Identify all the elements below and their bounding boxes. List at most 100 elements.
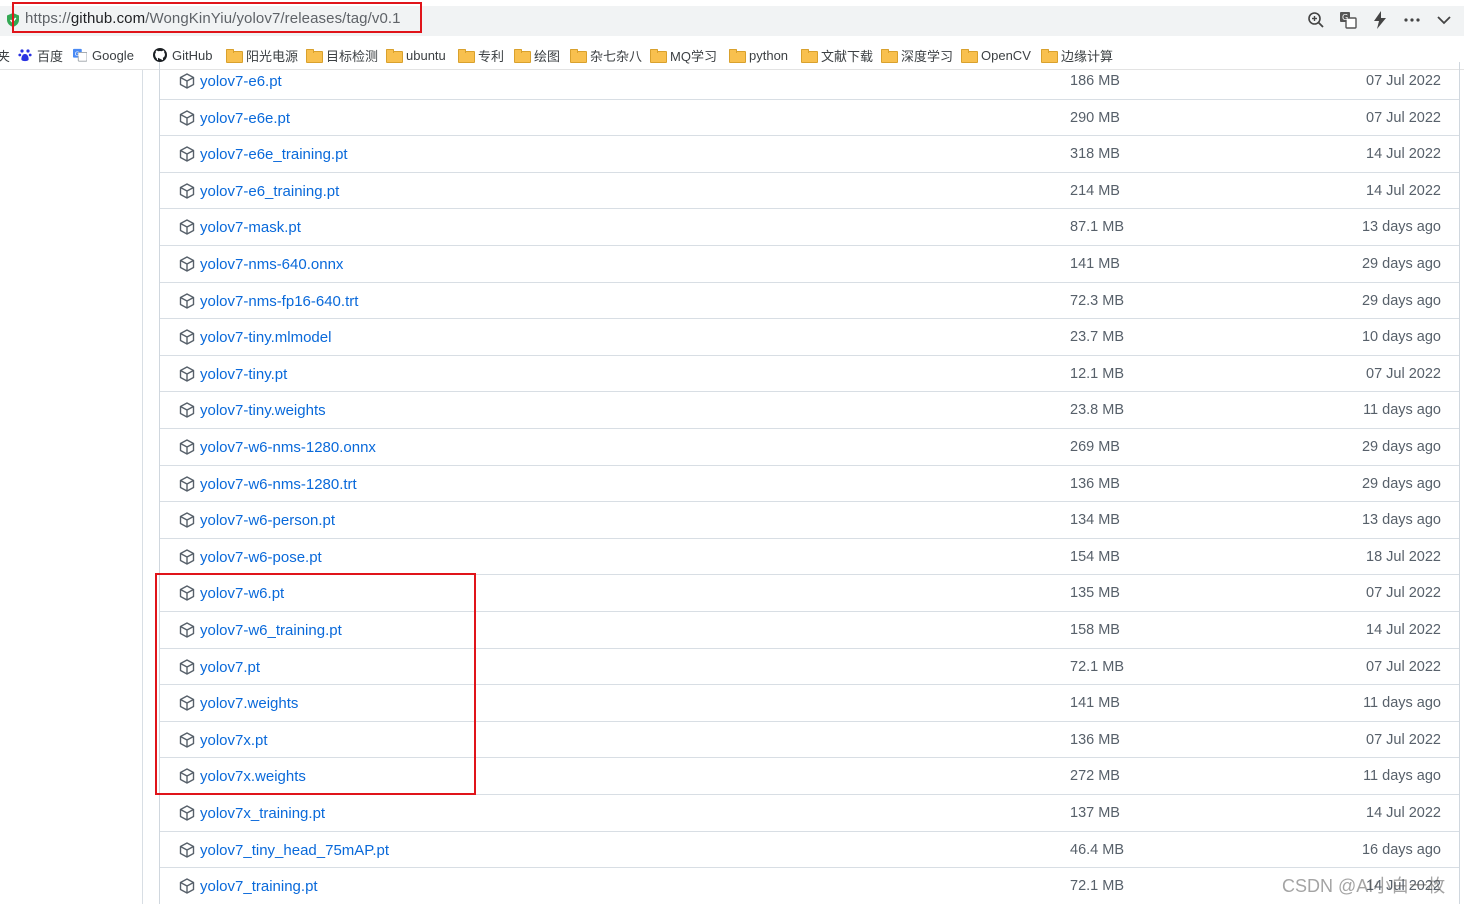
package-icon bbox=[179, 292, 195, 309]
package-icon bbox=[179, 219, 195, 236]
asset-file-link[interactable]: yolov7-e6e_training.pt bbox=[200, 146, 348, 163]
baidu-icon bbox=[18, 48, 32, 62]
package-icon bbox=[179, 109, 195, 126]
asset-row: yolov7-w6-person.pt 134 MB 13 days ago bbox=[160, 502, 1459, 539]
package-icon bbox=[179, 73, 195, 89]
asset-date: 14 Jul 2022 bbox=[1366, 146, 1441, 163]
package-icon bbox=[179, 512, 195, 528]
bookmark-label: GitHub bbox=[172, 47, 213, 63]
asset-file-link[interactable]: yolov7-e6e.pt bbox=[200, 110, 290, 127]
url-highlight-box bbox=[12, 2, 422, 33]
asset-date: 13 days ago bbox=[1361, 219, 1441, 236]
asset-file-link[interactable]: yolov7-nms-640.onnx bbox=[200, 256, 343, 273]
asset-date: 29 days ago bbox=[1361, 475, 1441, 492]
bookmark-item-google[interactable]: G Google bbox=[73, 46, 134, 64]
asset-date: 07 Jul 2022 bbox=[1366, 585, 1441, 602]
lightning-icon[interactable] bbox=[1370, 10, 1390, 30]
asset-file-link[interactable]: yolov7-e6.pt bbox=[200, 73, 282, 90]
asset-file-link[interactable]: yolov7x_training.pt bbox=[200, 805, 325, 822]
asset-size: 23.7 MB bbox=[1070, 329, 1124, 346]
github-icon bbox=[153, 48, 167, 62]
asset-size: 154 MB bbox=[1070, 548, 1120, 565]
asset-size: 158 MB bbox=[1070, 622, 1120, 638]
bookmark-label: python bbox=[749, 47, 789, 63]
asset-row: yolov7-tiny.weights 23.8 MB 11 days ago bbox=[160, 392, 1459, 429]
asset-row: yolov7-tiny.pt 12.1 MB 07 Jul 2022 bbox=[160, 356, 1459, 393]
package-icon bbox=[179, 329, 195, 345]
asset-date: 07 Jul 2022 bbox=[1366, 73, 1441, 89]
folder-icon bbox=[226, 49, 243, 63]
asset-date: 29 days ago bbox=[1361, 439, 1441, 455]
sidebar-divider bbox=[142, 70, 143, 904]
package-icon bbox=[179, 183, 195, 199]
asset-size: 72.3 MB bbox=[1070, 292, 1124, 309]
watermark: CSDN @AI小白一枚 bbox=[1282, 876, 1446, 896]
bookmark-item-baidu[interactable]: 百度 bbox=[18, 46, 63, 64]
asset-size: 23.8 MB bbox=[1070, 402, 1124, 419]
asset-date: 10 days ago bbox=[1361, 329, 1441, 346]
asset-file-link[interactable]: yolov7-w6-nms-1280.trt bbox=[200, 476, 357, 493]
translate-icon[interactable]: G bbox=[1338, 10, 1358, 30]
asset-date: 14 Jul 2022 bbox=[1366, 622, 1441, 638]
google-icon: G bbox=[73, 48, 87, 62]
asset-size: 186 MB bbox=[1070, 73, 1120, 89]
asset-row: yolov7-w6-nms-1280.trt 136 MB 29 days ag… bbox=[160, 466, 1459, 503]
asset-size: 290 MB bbox=[1070, 109, 1120, 126]
asset-file-link[interactable]: yolov7-w6-person.pt bbox=[200, 512, 335, 529]
asset-date: 16 days ago bbox=[1361, 841, 1441, 858]
asset-row: yolov7-e6e.pt 290 MB 07 Jul 2022 bbox=[160, 100, 1459, 137]
asset-size: 318 MB bbox=[1070, 146, 1120, 163]
package-icon bbox=[179, 402, 195, 419]
asset-size: 72.1 MB bbox=[1070, 878, 1124, 895]
asset-date: 07 Jul 2022 bbox=[1366, 109, 1441, 126]
bookmark-item[interactable]: 夹 bbox=[0, 46, 10, 64]
asset-file-link[interactable]: yolov7-tiny.weights bbox=[200, 402, 326, 419]
asset-row: yolov7-nms-640.onnx 141 MB 29 days ago bbox=[160, 246, 1459, 283]
package-icon bbox=[179, 256, 195, 272]
svg-text:G: G bbox=[75, 51, 80, 58]
asset-row: yolov7-mask.pt 87.1 MB 13 days ago bbox=[160, 209, 1459, 246]
asset-file-link[interactable]: yolov7-mask.pt bbox=[200, 219, 301, 236]
asset-date: 07 Jul 2022 bbox=[1366, 365, 1441, 382]
package-icon bbox=[179, 366, 195, 382]
asset-file-link[interactable]: yolov7_training.pt bbox=[200, 878, 318, 895]
bookmark-label: 夹 bbox=[0, 48, 11, 64]
asset-row: yolov7-e6.pt 186 MB 07 Jul 2022 bbox=[160, 63, 1459, 100]
asset-file-link[interactable]: yolov7_tiny_head_75mAP.pt bbox=[200, 842, 389, 859]
asset-date: 07 Jul 2022 bbox=[1366, 658, 1441, 675]
asset-size: 214 MB bbox=[1070, 182, 1120, 199]
asset-date: 29 days ago bbox=[1361, 256, 1441, 272]
asset-size: 46.4 MB bbox=[1070, 841, 1124, 858]
folder-icon bbox=[1041, 49, 1058, 63]
asset-date: 14 Jul 2022 bbox=[1366, 805, 1441, 821]
files-highlight-box bbox=[155, 573, 476, 795]
chevron-down-icon[interactable] bbox=[1434, 10, 1454, 30]
asset-file-link[interactable]: yolov7-tiny.mlmodel bbox=[200, 329, 331, 346]
asset-size: 141 MB bbox=[1070, 695, 1120, 712]
asset-file-link[interactable]: yolov7-w6-pose.pt bbox=[200, 549, 322, 566]
folder-icon bbox=[458, 49, 475, 63]
zoom-icon[interactable] bbox=[1306, 10, 1326, 30]
asset-size: 272 MB bbox=[1070, 768, 1120, 785]
asset-file-link[interactable]: yolov7-nms-fp16-640.trt bbox=[200, 293, 358, 310]
address-bar-actions: G bbox=[1306, 9, 1454, 31]
package-icon bbox=[179, 146, 195, 162]
package-icon bbox=[179, 841, 195, 858]
asset-file-link[interactable]: yolov7-tiny.pt bbox=[200, 366, 287, 383]
folder-icon bbox=[650, 49, 667, 63]
asset-date: 11 days ago bbox=[1363, 402, 1441, 419]
folder-icon bbox=[961, 49, 978, 63]
asset-file-link[interactable]: yolov7-w6-nms-1280.onnx bbox=[200, 439, 376, 456]
asset-date: 29 days ago bbox=[1361, 292, 1441, 309]
asset-row: yolov7-nms-fp16-640.trt 72.3 MB 29 days … bbox=[160, 283, 1459, 320]
asset-size: 87.1 MB bbox=[1070, 219, 1124, 236]
package-icon bbox=[179, 878, 195, 894]
bookmark-label: 百度 bbox=[37, 48, 64, 64]
more-icon[interactable] bbox=[1402, 10, 1422, 30]
asset-size: 141 MB bbox=[1070, 256, 1120, 272]
asset-size: 72.1 MB bbox=[1070, 658, 1124, 675]
asset-file-link[interactable]: yolov7-e6_training.pt bbox=[200, 183, 339, 200]
asset-row: yolov7-w6-pose.pt 154 MB 18 Jul 2022 bbox=[160, 539, 1459, 576]
asset-size: 136 MB bbox=[1070, 475, 1120, 492]
asset-date: 07 Jul 2022 bbox=[1366, 731, 1441, 748]
